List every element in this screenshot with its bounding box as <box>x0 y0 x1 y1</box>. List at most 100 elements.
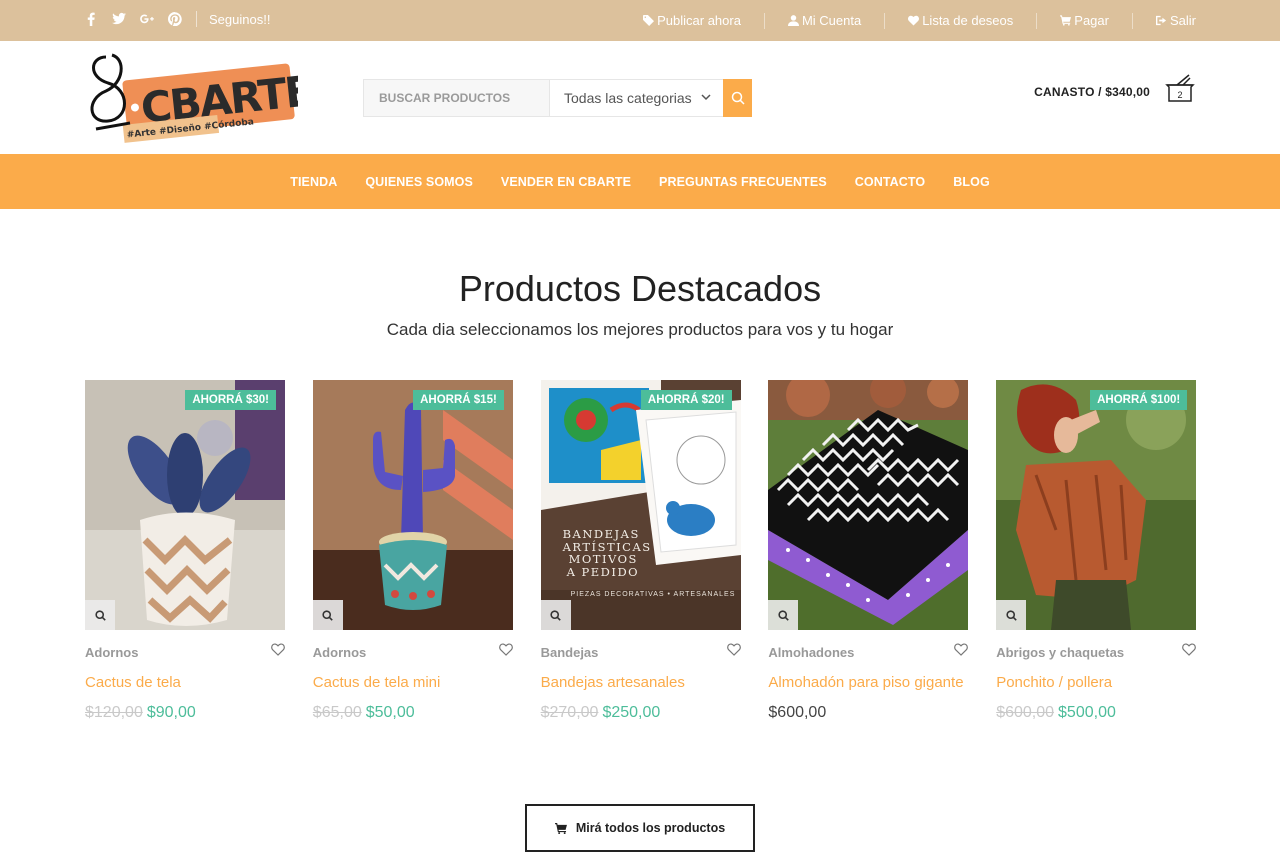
product-category[interactable]: Adornos <box>85 645 138 660</box>
product-image[interactable] <box>768 380 969 630</box>
caption-line: BANDEJAS <box>562 527 640 541</box>
logout-link[interactable]: Salir <box>1131 12 1196 29</box>
product-photo <box>996 380 1197 630</box>
nav-item-quienes-somos[interactable]: QUIENES SOMOS <box>365 175 473 189</box>
product-card: Almohadones Almohadón para piso gigante … <box>768 380 969 722</box>
checkout-label: Pagar <box>1074 13 1109 28</box>
category-select[interactable]: Todas las categorias <box>549 80 723 116</box>
quick-view-button[interactable] <box>768 600 799 630</box>
cart-widget[interactable]: CANASTO / $340,00 2 <box>1034 73 1196 105</box>
chevron-down-icon <box>701 94 711 101</box>
product-category[interactable]: Almohadones <box>768 645 854 660</box>
twitter-icon[interactable] <box>112 10 126 28</box>
sale-price: $50,00 <box>365 704 415 721</box>
product-name[interactable]: Almohadón para piso gigante <box>768 671 968 694</box>
discount-badge: AHORRÁ $20! <box>640 390 732 410</box>
search-bar: Todas las categorias <box>363 79 752 117</box>
nav-item-faq[interactable]: PREGUNTAS FRECUENTES <box>659 175 827 189</box>
user-icon <box>787 15 799 26</box>
category-select-value: Todas las categorias <box>564 90 692 106</box>
discount-badge: AHORRÁ $15! <box>413 390 504 410</box>
old-price: $600,00 <box>996 704 1055 721</box>
nav-item-contacto[interactable]: CONTACTO <box>855 175 925 189</box>
product-price: $270,00 $250,00 <box>541 704 741 722</box>
nav-item-blog[interactable]: BLOG <box>953 175 990 189</box>
product-price: $120,00 $90,00 <box>85 704 285 722</box>
product-image[interactable]: AHORRÁ $30! <box>85 380 285 630</box>
nav-item-vender[interactable]: VENDER EN CBARTE <box>501 175 631 189</box>
product-image[interactable]: AHORRÁ $100! <box>996 380 1197 630</box>
top-bar: Seguinos!! Publicar ahora Mi Cuenta List… <box>0 0 1280 41</box>
search-icon <box>550 609 561 621</box>
caption-line: A PEDIDO <box>566 564 640 579</box>
site-logo[interactable]: CBARTE #Arte #Diseño #Córdoba <box>86 49 314 147</box>
checkout-link[interactable]: Pagar <box>1036 12 1132 29</box>
product-card: AHORRÁ $15! Adornos Cactus de tela mini … <box>312 380 513 722</box>
wishlist-heart-icon[interactable] <box>954 643 969 661</box>
product-price: $600,00 $500,00 <box>996 704 1196 722</box>
wishlist-label: Lista de deseos <box>922 13 1014 28</box>
product-category[interactable]: Abrigos y chaquetas <box>996 645 1124 660</box>
product-name[interactable]: Cactus de tela mini <box>313 671 513 694</box>
product-category[interactable]: Bandejas <box>541 645 599 660</box>
product-image[interactable]: AHORRÁ $15! <box>312 380 513 630</box>
product-card: AHORRÁ $100! Abrigos y chaquetas Ponchit… <box>996 380 1197 722</box>
cart-total: CANASTO / $340,00 <box>1034 85 1150 99</box>
discount-badge: AHORRÁ $100! <box>1090 390 1188 410</box>
wishlist-heart-icon[interactable] <box>1182 643 1197 661</box>
sale-price: $90,00 <box>146 704 196 721</box>
quick-view-button[interactable] <box>85 600 115 630</box>
wishlist-heart-icon[interactable] <box>498 643 513 661</box>
search-icon <box>731 91 745 105</box>
product-grid: AHORRÁ $30! Adornos Cactus de tela $120,… <box>85 380 1197 722</box>
wishlist-heart-icon[interactable] <box>271 643 285 661</box>
sale-price: $250,00 <box>602 704 661 721</box>
quick-view-button[interactable] <box>540 600 571 630</box>
search-icon <box>322 609 334 621</box>
product-photo <box>768 380 969 630</box>
google-plus-icon[interactable] <box>140 10 154 28</box>
search-input[interactable] <box>364 80 549 116</box>
cart-icon <box>554 822 567 834</box>
product-name[interactable]: Ponchito / pollera <box>996 671 1196 694</box>
basket-icon: 2 <box>1164 73 1196 105</box>
wishlist-link[interactable]: Lista de deseos <box>884 12 1036 29</box>
wishlist-heart-icon[interactable] <box>726 643 741 661</box>
my-account-link[interactable]: Mi Cuenta <box>763 12 884 29</box>
product-price: $600,00 <box>768 704 968 722</box>
sale-price: $500,00 <box>1058 704 1116 721</box>
tag-icon <box>643 15 655 26</box>
pinterest-icon[interactable] <box>168 10 182 28</box>
product-category[interactable]: Adornos <box>313 645 366 660</box>
discount-badge: AHORRÁ $30! <box>185 390 276 410</box>
cart-count: 2 <box>1177 90 1183 100</box>
facebook-icon[interactable] <box>84 10 98 28</box>
image-subcaption: PIEZAS DECORATIVAS • ARTESANALES <box>570 591 736 598</box>
publish-link[interactable]: Publicar ahora <box>620 13 764 29</box>
follow-label: Seguinos!! <box>209 11 271 27</box>
product-image[interactable]: BANDEJAS ARTÍSTICAS MOTIVOS A PEDIDO PIE… <box>540 380 741 630</box>
old-price: $65,00 <box>312 704 362 721</box>
regular-price: $600,00 <box>768 704 827 721</box>
old-price: $120,00 <box>85 704 143 721</box>
view-all-label: Mirá todos los productos <box>575 821 726 835</box>
product-card: BANDEJAS ARTÍSTICAS MOTIVOS A PEDIDO PIE… <box>540 380 741 722</box>
product-name[interactable]: Bandejas artesanales <box>541 671 741 694</box>
product-name[interactable]: Cactus de tela <box>85 671 285 694</box>
quick-view-button[interactable] <box>996 600 1027 630</box>
view-all-products-button[interactable]: Mirá todos los productos <box>525 804 755 852</box>
divider <box>196 11 197 27</box>
heart-icon <box>908 15 920 26</box>
nav-item-tienda[interactable]: TIENDA <box>290 175 337 189</box>
social-links: Seguinos!! <box>84 10 270 28</box>
old-price: $270,00 <box>540 704 599 721</box>
section-title: Productos Destacados <box>458 268 822 309</box>
logout-label: Salir <box>1169 13 1196 28</box>
search-icon <box>94 609 106 621</box>
quick-view-button[interactable] <box>312 600 343 630</box>
product-photo <box>312 380 513 630</box>
main-nav: TIENDA QUIENES SOMOS VENDER EN CBARTE PR… <box>0 154 1280 209</box>
search-button[interactable] <box>723 79 752 117</box>
my-account-label: Mi Cuenta <box>801 13 862 28</box>
site-header: CBARTE #Arte #Diseño #Córdoba Todas las … <box>0 41 1280 154</box>
